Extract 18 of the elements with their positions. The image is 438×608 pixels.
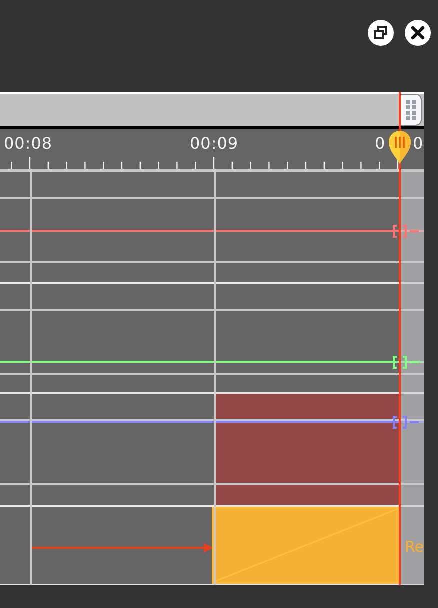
clip-block[interactable]: [212, 507, 400, 584]
restore-button[interactable]: [368, 20, 394, 46]
time-label: 0: [413, 134, 424, 153]
time-label: 00:08: [4, 134, 53, 153]
scroll-handle[interactable]: [400, 94, 422, 126]
clip-label: Re: [405, 538, 424, 556]
close-icon: [411, 26, 425, 40]
arrow-icon: [30, 543, 214, 553]
close-button[interactable]: [405, 20, 431, 46]
time-label: 00:09: [190, 134, 239, 153]
scrollbar[interactable]: [0, 92, 424, 129]
region-block[interactable]: [214, 394, 400, 505]
keyframe-icon[interactable]: [393, 416, 421, 429]
time-label: 0: [375, 134, 386, 153]
playhead-marker-icon[interactable]: [388, 129, 412, 165]
keyframe-icon[interactable]: [393, 356, 421, 369]
keyframe-icon[interactable]: [393, 225, 421, 238]
restore-icon: [374, 26, 388, 40]
